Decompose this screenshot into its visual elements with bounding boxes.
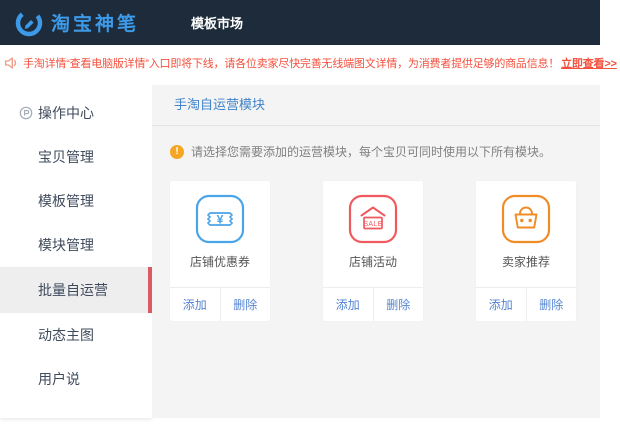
page-title: 手淘自运营模块 xyxy=(174,97,265,112)
sidebar-item-label: 批量自运营 xyxy=(38,282,108,298)
card-footer: 添加 删除 xyxy=(476,287,576,321)
sidebar-item-module-management[interactable]: 模块管理 xyxy=(0,223,152,267)
coupon-icon: ¥ xyxy=(195,194,245,244)
tip-row: ! 请选择您需要添加的运营模块，每个宝贝可同时使用以下所有模块。 xyxy=(170,143,600,160)
top-header: 淘宝神笔 模板市场 xyxy=(0,0,600,45)
module-name: 店铺优惠券 xyxy=(190,253,250,270)
sidebar-item-label: 用户说 xyxy=(38,371,80,387)
sidebar-item-label: 宝贝管理 xyxy=(38,149,94,165)
module-card-coupon: ¥ 店铺优惠券 添加 删除 xyxy=(170,181,270,321)
delete-button[interactable]: 删除 xyxy=(373,288,424,321)
card-body: 卖家推荐 xyxy=(476,181,576,287)
nav-template-market[interactable]: 模板市场 xyxy=(191,13,243,32)
add-button[interactable]: 添加 xyxy=(323,288,373,321)
card-footer: 添加 删除 xyxy=(323,287,423,321)
announcement-link[interactable]: 立即查看>> xyxy=(561,55,617,71)
delete-button[interactable]: 删除 xyxy=(526,288,577,321)
megaphone-icon xyxy=(4,56,23,70)
panel-header: 手淘自运营模块 xyxy=(152,85,600,126)
sidebar-item-label: 模板管理 xyxy=(38,193,94,209)
card-footer: 添加 删除 xyxy=(170,287,270,321)
info-icon: ! xyxy=(170,145,184,159)
svg-text:¥: ¥ xyxy=(217,213,224,227)
delete-button[interactable]: 删除 xyxy=(220,288,271,321)
brand-logo-icon xyxy=(14,8,44,38)
sidebar: 操作中心 宝贝管理 模板管理 模块管理 批量自运营 动态主图 用户说 xyxy=(0,85,152,418)
add-button[interactable]: 添加 xyxy=(170,288,220,321)
sidebar-item-label: 动态主图 xyxy=(38,327,94,343)
module-card-activity: SALE 店铺活动 添加 删除 xyxy=(323,181,423,321)
sidebar-item-dynamic-main-image[interactable]: 动态主图 xyxy=(0,313,152,357)
sidebar-item-item-management[interactable]: 宝贝管理 xyxy=(0,135,152,179)
module-card-seller-recommend: 卖家推荐 添加 删除 xyxy=(476,181,576,321)
operations-icon xyxy=(19,106,33,120)
tip-text: 请选择您需要添加的运营模块，每个宝贝可同时使用以下所有模块。 xyxy=(191,143,551,160)
sidebar-item-batch-self-operation[interactable]: 批量自运营 xyxy=(0,267,152,313)
brand[interactable]: 淘宝神笔 xyxy=(14,8,139,38)
module-cards: ¥ 店铺优惠券 添加 删除 xyxy=(170,181,600,321)
module-name: 卖家推荐 xyxy=(502,253,550,270)
sale-sign-icon: SALE xyxy=(348,194,398,244)
card-body: ¥ 店铺优惠券 xyxy=(170,181,270,287)
card-body: SALE 店铺活动 xyxy=(323,181,423,287)
sidebar-item-user-reviews[interactable]: 用户说 xyxy=(0,357,152,401)
svg-text:SALE: SALE xyxy=(363,221,382,228)
sidebar-item-label: 操作中心 xyxy=(38,105,94,121)
module-name: 店铺活动 xyxy=(349,253,397,270)
sidebar-item-label: 模块管理 xyxy=(38,237,94,253)
page: 淘宝神笔 模板市场 手淘详情“查看电脑版详情”入口即将下线，请各位卖家尽快完善无… xyxy=(0,0,620,435)
shopping-bag-icon xyxy=(501,194,551,244)
main-panel: 手淘自运营模块 ! 请选择您需要添加的运营模块，每个宝贝可同时使用以下所有模块。… xyxy=(152,85,600,418)
announcement-text: 手淘详情“查看电脑版详情”入口即将下线，请各位卖家尽快完善无线端图文详情，为消费… xyxy=(23,55,559,71)
sidebar-item-template-management[interactable]: 模板管理 xyxy=(0,179,152,223)
sidebar-item-operations[interactable]: 操作中心 xyxy=(0,91,152,135)
brand-name: 淘宝神笔 xyxy=(51,9,139,36)
add-button[interactable]: 添加 xyxy=(476,288,526,321)
announcement-bar: 手淘详情“查看电脑版详情”入口即将下线，请各位卖家尽快完善无线端图文详情，为消费… xyxy=(0,45,600,80)
